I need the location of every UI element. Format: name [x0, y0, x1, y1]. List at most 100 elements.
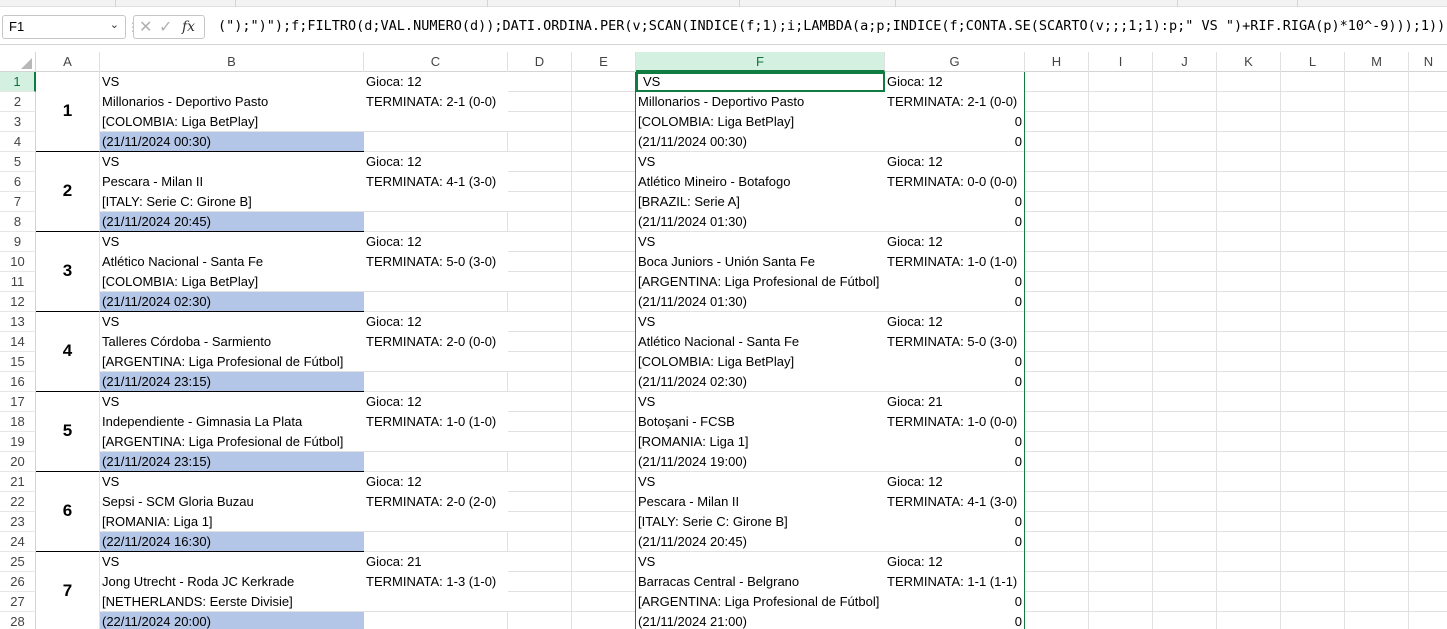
- league-label[interactable]: [ROMANIA: Liga 1]: [100, 512, 508, 532]
- zero-value[interactable]: 0: [885, 192, 1025, 212]
- row-header-17[interactable]: 17: [0, 392, 36, 412]
- match-result[interactable]: TERMINATA: 1-0 (1-0): [885, 252, 1025, 272]
- match-name[interactable]: Barracas Central - Belgrano: [636, 572, 885, 592]
- match-name[interactable]: Atlético Nacional - Santa Fe: [636, 332, 885, 352]
- row-header-25[interactable]: 25: [0, 552, 36, 572]
- column-header-h[interactable]: H: [1025, 52, 1089, 72]
- match-date[interactable]: (21/11/2024 02:30): [100, 292, 364, 312]
- column-header-i[interactable]: I: [1089, 52, 1153, 72]
- zero-value[interactable]: 0: [885, 592, 1025, 612]
- gioca-label[interactable]: Gioca: 12: [364, 232, 508, 252]
- row-header-8[interactable]: 8: [0, 212, 36, 232]
- vs-label[interactable]: VS: [100, 152, 364, 172]
- row-header-2[interactable]: 2: [0, 92, 36, 112]
- check-icon[interactable]: ✓: [159, 17, 172, 37]
- vs-label[interactable]: VS: [636, 152, 885, 172]
- match-result[interactable]: TERMINATA: 5-0 (3-0): [364, 252, 528, 272]
- block-number[interactable]: 2: [36, 152, 100, 232]
- column-header-k[interactable]: K: [1217, 52, 1281, 72]
- cell-area[interactable]: 1 VS Gioca: 12 Millonarios - Deportivo Pas…: [36, 72, 1447, 629]
- vs-label[interactable]: VS: [100, 552, 364, 572]
- match-date[interactable]: (21/11/2024 20:45): [100, 212, 364, 232]
- column-header-n[interactable]: N: [1409, 52, 1447, 72]
- block-number[interactable]: 5: [36, 392, 100, 472]
- match-date[interactable]: (21/11/2024 19:00): [636, 452, 885, 472]
- match-result[interactable]: TERMINATA: 1-3 (1-0): [364, 572, 528, 592]
- vs-label[interactable]: VS: [636, 232, 885, 252]
- match-date[interactable]: (21/11/2024 00:30): [636, 132, 885, 152]
- match-result[interactable]: TERMINATA: 1-0 (0-0): [885, 412, 1025, 432]
- league-label[interactable]: [COLOMBIA: Liga BetPlay]: [636, 352, 887, 372]
- match-date[interactable]: (21/11/2024 01:30): [636, 292, 885, 312]
- match-date[interactable]: (22/11/2024 20:00): [100, 612, 364, 629]
- match-name[interactable]: Atlético Mineiro - Botafogo: [636, 172, 885, 192]
- league-label[interactable]: [ROMANIA: Liga 1]: [636, 432, 887, 452]
- zero-value[interactable]: 0: [885, 532, 1025, 552]
- gioca-label[interactable]: Gioca: 21: [364, 552, 508, 572]
- match-result[interactable]: TERMINATA: 4-1 (3-0): [885, 492, 1025, 512]
- vs-label[interactable]: VS: [100, 472, 364, 492]
- gioca-label[interactable]: Gioca: 12: [364, 472, 508, 492]
- match-name[interactable]: Pescara - Milan II: [100, 172, 364, 192]
- match-name[interactable]: Millonarios - Deportivo Pasto: [636, 92, 885, 112]
- row-header-6[interactable]: 6: [0, 172, 36, 192]
- match-result[interactable]: TERMINATA: 5-0 (3-0): [885, 332, 1025, 352]
- vs-label[interactable]: VS: [100, 232, 364, 252]
- match-result[interactable]: TERMINATA: 2-0 (2-0): [364, 492, 528, 512]
- cancel-icon[interactable]: ✕: [139, 17, 152, 37]
- match-name[interactable]: Sepsi - SCM Gloria Buzau: [100, 492, 364, 512]
- row-header-13[interactable]: 13: [0, 312, 36, 332]
- block-number[interactable]: 1: [36, 72, 100, 152]
- gioca-label[interactable]: Gioca: 12: [364, 152, 508, 172]
- row-header-5[interactable]: 5: [0, 152, 36, 172]
- block-number[interactable]: 4: [36, 312, 100, 392]
- match-date[interactable]: (21/11/2024 00:30): [100, 132, 364, 152]
- zero-value[interactable]: 0: [885, 112, 1025, 132]
- column-header-g[interactable]: G: [885, 52, 1025, 72]
- row-header-26[interactable]: 26: [0, 572, 36, 592]
- zero-value[interactable]: 0: [885, 512, 1025, 532]
- league-label[interactable]: [BRAZIL: Serie A]: [636, 192, 887, 212]
- row-header-20[interactable]: 20: [0, 452, 36, 472]
- selected-cell[interactable]: VS: [636, 72, 885, 92]
- row-header-24[interactable]: 24: [0, 532, 36, 552]
- row-header-10[interactable]: 10: [0, 252, 36, 272]
- block-number[interactable]: 3: [36, 232, 100, 312]
- league-label[interactable]: [ARGENTINA: Liga Profesional de Fútbol]: [636, 272, 887, 292]
- name-box[interactable]: F1 ⌄: [2, 15, 126, 39]
- zero-value[interactable]: 0: [885, 612, 1025, 629]
- match-name[interactable]: Millonarios - Deportivo Pasto: [100, 92, 364, 112]
- row-header-28[interactable]: 28: [0, 612, 36, 629]
- match-name[interactable]: Atlético Nacional - Santa Fe: [100, 252, 364, 272]
- match-name[interactable]: Independiente - Gimnasia La Plata: [100, 412, 364, 432]
- match-date[interactable]: (22/11/2024 16:30): [100, 532, 364, 552]
- vs-label[interactable]: VS: [636, 552, 885, 572]
- league-label[interactable]: [COLOMBIA: Liga BetPlay]: [636, 112, 887, 132]
- match-result[interactable]: TERMINATA: 1-1 (1-1): [885, 572, 1025, 592]
- row-header-21[interactable]: 21: [0, 472, 36, 492]
- row-header-11[interactable]: 11: [0, 272, 36, 292]
- league-label[interactable]: [COLOMBIA: Liga BetPlay]: [100, 272, 508, 292]
- row-header-19[interactable]: 19: [0, 432, 36, 452]
- column-header-m[interactable]: M: [1345, 52, 1409, 72]
- insert-function-icon[interactable]: fx: [182, 19, 195, 35]
- row-header-22[interactable]: 22: [0, 492, 36, 512]
- row-header-18[interactable]: 18: [0, 412, 36, 432]
- zero-value[interactable]: 0: [885, 432, 1025, 452]
- match-name[interactable]: Jong Utrecht - Roda JC Kerkrade: [100, 572, 364, 592]
- row-header-27[interactable]: 27: [0, 592, 36, 612]
- zero-value[interactable]: 0: [885, 132, 1025, 152]
- match-result[interactable]: TERMINATA: 2-1 (0-0): [885, 92, 1025, 112]
- zero-value[interactable]: 0: [885, 372, 1025, 392]
- match-result[interactable]: TERMINATA: 2-0 (0-0): [364, 332, 528, 352]
- gioca-label[interactable]: Gioca: 12: [885, 232, 1025, 252]
- row-header-14[interactable]: 14: [0, 332, 36, 352]
- match-date[interactable]: (21/11/2024 01:30): [636, 212, 885, 232]
- gioca-label[interactable]: Gioca: 12: [885, 552, 1025, 572]
- vs-label[interactable]: VS: [636, 392, 885, 412]
- match-result[interactable]: TERMINATA: 4-1 (3-0): [364, 172, 528, 192]
- match-result[interactable]: TERMINATA: 2-1 (0-0): [364, 92, 528, 112]
- zero-value[interactable]: 0: [885, 212, 1025, 232]
- column-header-b[interactable]: B: [100, 52, 364, 72]
- league-label[interactable]: [COLOMBIA: Liga BetPlay]: [100, 112, 508, 132]
